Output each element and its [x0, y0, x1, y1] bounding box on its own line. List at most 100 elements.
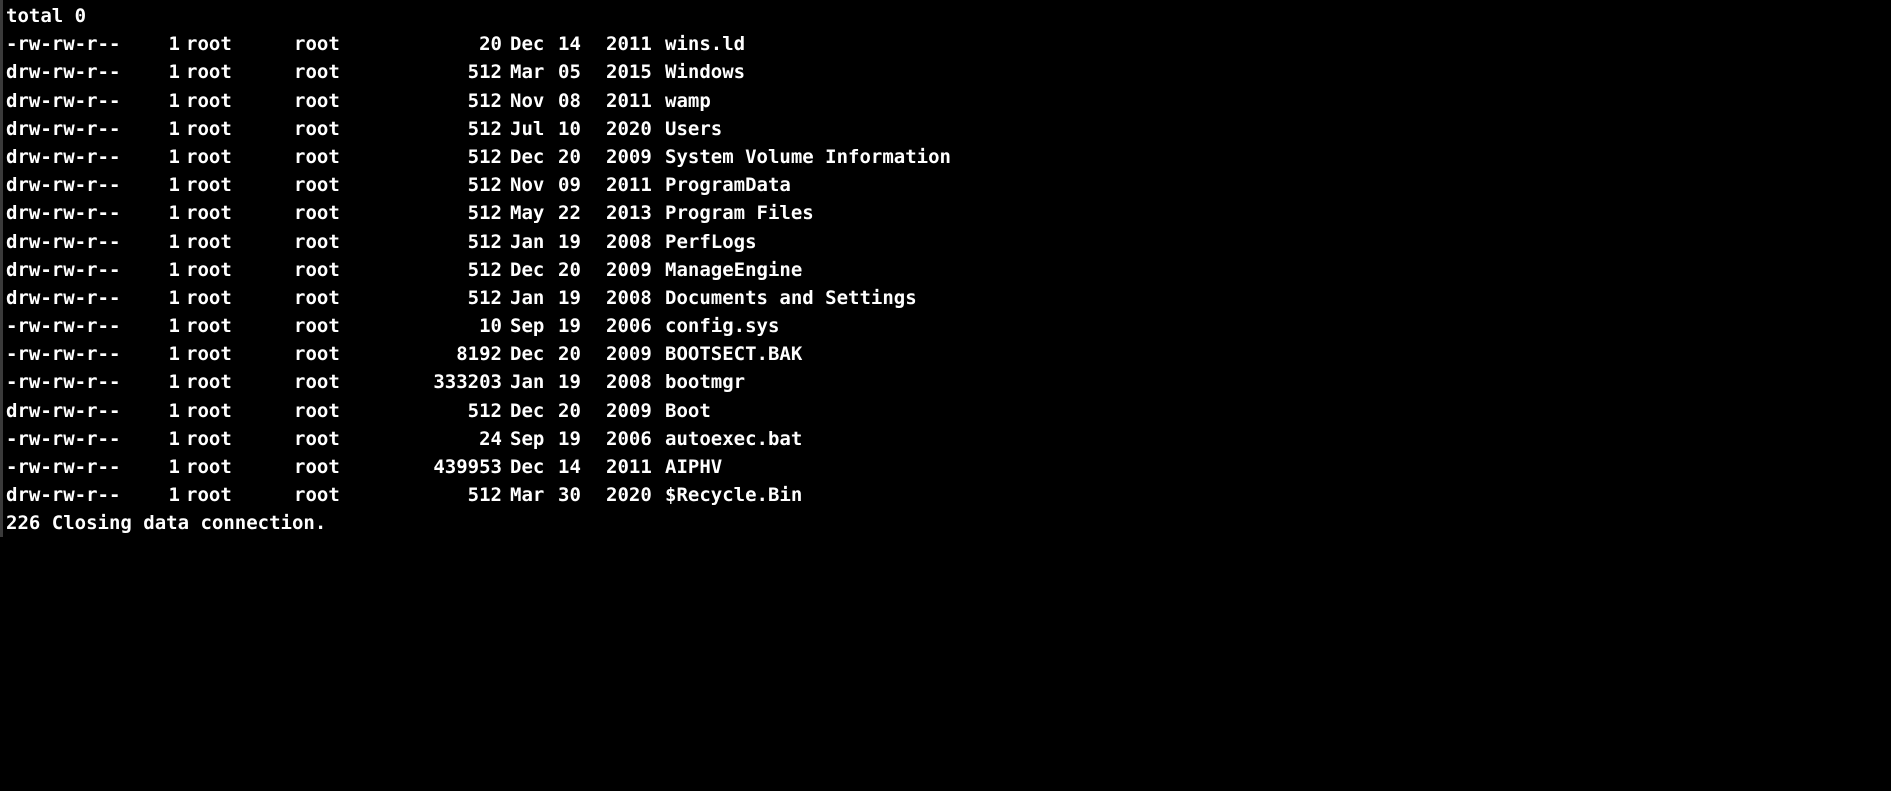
entry-group: root [294, 315, 340, 338]
entry-day: 14 [558, 33, 581, 56]
entry-permissions: drw-rw-r-- [6, 202, 121, 225]
entry-link-count: 1 [168, 456, 180, 478]
entry-day: 19 [558, 230, 581, 253]
ftp-status-line: 226 Closing data connection. [6, 512, 327, 535]
entry-month: Dec [510, 399, 545, 422]
entry-link-count: 1 [168, 117, 180, 140]
entry-year: 2015 [606, 61, 652, 84]
entry-filename: Program Files [665, 202, 814, 225]
entry-owner: root [186, 456, 232, 478]
entry-year: 2020 [606, 484, 652, 507]
entry-group: root [294, 174, 340, 197]
entry-month: Jan [510, 230, 545, 253]
entry-month: May [510, 202, 545, 225]
entry-permissions: -rw-rw-r-- [6, 315, 121, 338]
entry-owner: root [186, 399, 232, 422]
entry-permissions: -rw-rw-r-- [6, 371, 121, 394]
terminal-left-border [0, 0, 3, 537]
entry-group: root [294, 202, 340, 225]
entry-link-count: 1 [168, 230, 180, 253]
entry-group: root [294, 89, 340, 112]
entry-year: 2008 [606, 230, 652, 253]
entry-owner: root [186, 258, 232, 281]
entry-year: 2011 [606, 33, 652, 56]
entry-permissions: drw-rw-r-- [6, 286, 121, 309]
directory-entry: drw-rw-r-- 1 root root 512 Dec 20 2009 M… [6, 256, 1891, 284]
entry-owner: root [186, 174, 232, 197]
entry-day: 19 [558, 286, 581, 309]
entry-group: root [294, 258, 340, 281]
entry-year: 2008 [606, 286, 652, 309]
entry-link-count: 1 [168, 61, 180, 84]
entry-owner: root [186, 89, 232, 112]
directory-entry: -rw-rw-r-- 1 root root 20 Dec 14 2011 wi… [6, 30, 1891, 58]
entry-month: Nov [510, 174, 545, 197]
entry-owner: root [186, 61, 232, 84]
entry-group: root [294, 286, 340, 309]
entry-group: root [294, 117, 340, 140]
entry-year: 2013 [606, 202, 652, 225]
entry-link-count: 1 [168, 343, 180, 366]
entry-size: 333203 [433, 371, 502, 394]
entry-permissions: drw-rw-r-- [6, 89, 121, 112]
entry-owner: root [186, 343, 232, 366]
entry-owner: root [186, 145, 232, 168]
entry-month: Jan [510, 286, 545, 309]
entry-group: root [294, 145, 340, 168]
directory-entry: -rw-rw-r-- 1 root root 333203 Jan 19 200… [6, 368, 1891, 396]
entry-month: Sep [510, 315, 545, 338]
entry-size: 512 [467, 89, 502, 112]
entry-link-count: 1 [168, 145, 180, 168]
entry-day: 08 [558, 89, 581, 112]
directory-entry: -rw-rw-r-- 1 root root 8192 Dec 20 2009 … [6, 340, 1891, 368]
entry-size: 512 [467, 230, 502, 253]
entry-month: Mar [510, 484, 545, 507]
entry-year: 2009 [606, 258, 652, 281]
entry-day: 10 [558, 117, 581, 140]
entry-group: root [294, 61, 340, 84]
entry-day: 30 [558, 484, 581, 507]
entry-year: 2008 [606, 371, 652, 394]
entry-filename: AIPHV [665, 456, 723, 478]
entry-link-count: 1 [168, 286, 180, 309]
directory-entry: drw-rw-r-- 1 root root 512 Dec 20 2009 S… [6, 143, 1891, 171]
entry-owner: root [186, 33, 232, 56]
entry-size: 512 [467, 145, 502, 168]
entry-month: Mar [510, 61, 545, 84]
entry-year: 2011 [606, 174, 652, 197]
entry-link-count: 1 [168, 427, 180, 450]
entry-link-count: 1 [168, 174, 180, 197]
entry-filename: System Volume Information [665, 145, 951, 168]
entry-owner: root [186, 286, 232, 309]
entry-filename: $Recycle.Bin [665, 484, 803, 507]
entry-filename: bootmgr [665, 371, 746, 394]
entry-day: 19 [558, 315, 581, 338]
directory-entry: drw-rw-r-- 1 root root 512 Mar 05 2015 W… [6, 58, 1891, 86]
entry-day: 19 [558, 427, 581, 450]
entry-link-count: 1 [168, 258, 180, 281]
entry-month: Sep [510, 427, 545, 450]
entry-owner: root [186, 427, 232, 450]
entry-filename: ManageEngine [665, 258, 803, 281]
entry-month: Dec [510, 145, 545, 168]
entry-owner: root [186, 230, 232, 253]
entry-day: 20 [558, 258, 581, 281]
entry-size: 24 [479, 427, 502, 450]
entry-group: root [294, 427, 340, 450]
entry-day: 20 [558, 399, 581, 422]
entry-link-count: 1 [168, 315, 180, 338]
entry-month: Dec [510, 456, 545, 478]
entry-filename: autoexec.bat [665, 427, 803, 450]
entry-group: root [294, 371, 340, 394]
entry-group: root [294, 33, 340, 56]
entry-size: 512 [467, 202, 502, 225]
entry-filename: Users [665, 117, 723, 140]
entry-year: 2011 [606, 456, 652, 478]
entry-permissions: drw-rw-r-- [6, 399, 121, 422]
entry-link-count: 1 [168, 371, 180, 394]
entry-group: root [294, 230, 340, 253]
directory-entry: -rw-rw-r-- 1 root root 439953 Dec 14 201… [6, 453, 1891, 481]
entry-owner: root [186, 117, 232, 140]
entry-filename: wamp [665, 89, 711, 112]
terminal-output[interactable]: total 0 -rw-rw-r-- 1 root root 20 Dec 14… [0, 0, 1891, 537]
